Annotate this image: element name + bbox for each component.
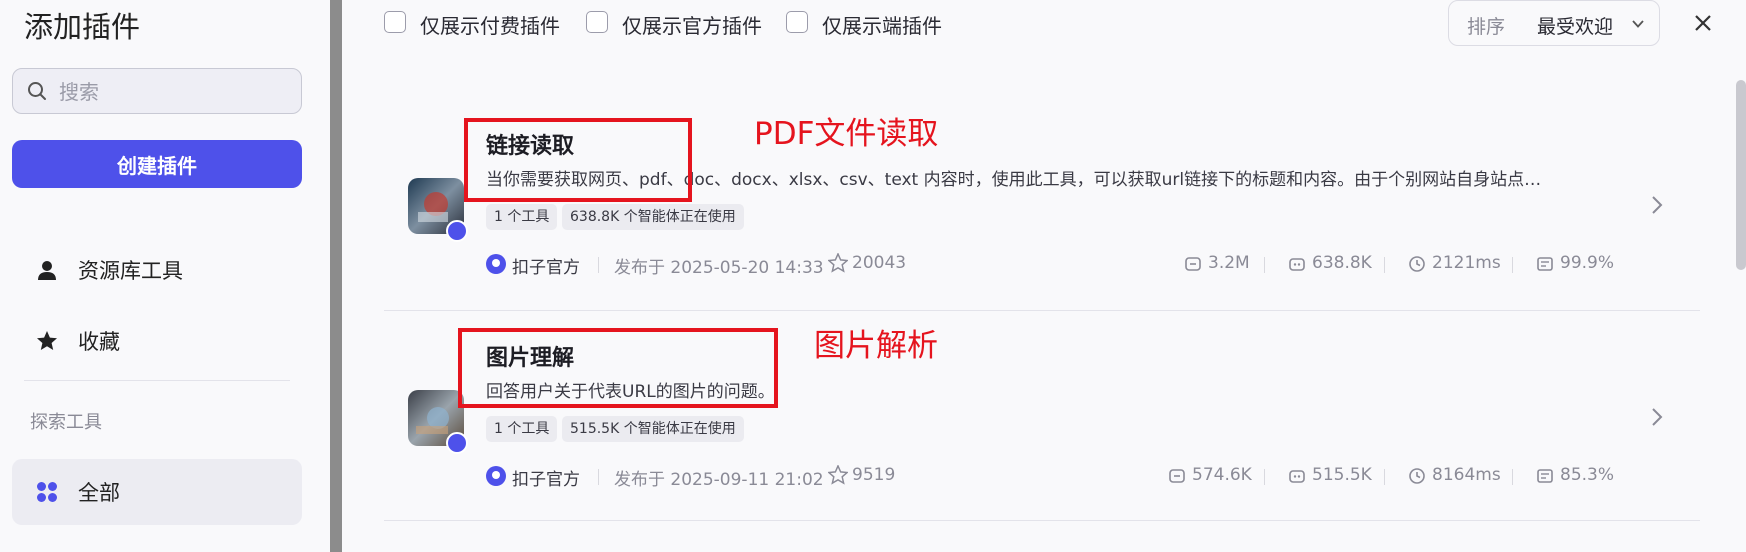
sidebar-item-library-tools[interactable]: 资源库工具 xyxy=(12,240,302,300)
meta-separator xyxy=(1264,257,1265,273)
call-count: 574.6K xyxy=(1192,465,1252,485)
star-icon xyxy=(37,331,57,350)
client-label: 仅展示端插件 xyxy=(822,14,942,38)
publish-date: 发布于 2025-09-11 21:02 xyxy=(614,470,824,490)
user-icon xyxy=(38,261,56,280)
star-outline-icon[interactable] xyxy=(828,465,848,485)
meta-separator xyxy=(1384,257,1385,273)
official-checkbox[interactable] xyxy=(586,11,608,33)
publisher-icon xyxy=(486,254,506,274)
sidebar-item-all[interactable]: 全部 xyxy=(12,459,302,525)
chevron-right-icon[interactable] xyxy=(1650,194,1664,216)
sidebar: 添加插件 创建插件 资源库工具 收藏 探索工具 全部 xyxy=(0,0,326,552)
official-badge xyxy=(446,432,468,454)
meta-separator xyxy=(1384,469,1385,485)
plugin-card[interactable]: 图片理解 回答用户关于代表URL的图片的问题。 1 个工具 515.5K 个智能… xyxy=(384,312,1700,520)
bot-icon xyxy=(1289,470,1305,483)
annotation-label: PDF文件读取 xyxy=(754,116,939,152)
bot-icon xyxy=(1289,258,1305,271)
official-label: 仅展示官方插件 xyxy=(622,14,762,38)
publisher-name: 扣子官方 xyxy=(512,470,580,490)
calls-icon xyxy=(1185,257,1201,271)
latency: 2121ms xyxy=(1432,253,1501,273)
meta-separator xyxy=(598,257,599,273)
plugin-card[interactable]: 链接读取 当你需要获取网页、pdf、doc、docx、xlsx、csv、text… xyxy=(384,100,1700,308)
card-divider xyxy=(384,310,1700,311)
client-checkbox[interactable] xyxy=(786,11,808,33)
call-count: 3.2M xyxy=(1208,253,1250,273)
search-box[interactable] xyxy=(12,68,302,114)
annotation-box xyxy=(464,118,692,202)
sort-value: 最受欢迎 xyxy=(1537,16,1614,38)
search-icon xyxy=(28,82,46,100)
tools-tag: 1 个工具 xyxy=(486,204,558,230)
sort-label: 排序 xyxy=(1467,16,1506,38)
favorite-count: 20043 xyxy=(852,253,907,273)
sidebar-item-label: 全部 xyxy=(78,481,120,505)
grid-icon xyxy=(37,482,57,502)
sidebar-title: 添加插件 xyxy=(24,10,141,44)
success-rate: 99.9% xyxy=(1560,253,1615,273)
usage-tag: 515.5K 个智能体正在使用 xyxy=(562,416,744,442)
star-outline-icon[interactable] xyxy=(828,253,848,273)
bot-count: 515.5K xyxy=(1312,465,1372,485)
calls-icon xyxy=(1169,469,1185,483)
clock-icon xyxy=(1409,468,1425,484)
official-badge xyxy=(446,220,468,242)
meta-separator xyxy=(1512,469,1513,485)
publisher-name: 扣子官方 xyxy=(512,258,580,278)
list-scrollbar[interactable] xyxy=(1736,80,1746,270)
sidebar-divider xyxy=(24,380,290,381)
meta-separator xyxy=(598,469,599,485)
chevron-down-icon xyxy=(1632,20,1644,28)
annotation-label: 图片解析 xyxy=(814,328,938,364)
panel-divider xyxy=(330,0,342,552)
bot-count: 638.8K xyxy=(1312,253,1372,273)
sort-dropdown[interactable]: 排序 最受欢迎 xyxy=(1448,0,1660,46)
tools-tag: 1 个工具 xyxy=(486,416,558,442)
meta-separator xyxy=(1512,257,1513,273)
latency: 8164ms xyxy=(1432,465,1501,485)
sidebar-item-label: 收藏 xyxy=(78,330,120,354)
success-rate: 85.3% xyxy=(1560,465,1615,485)
close-icon[interactable] xyxy=(1692,12,1714,34)
sidebar-item-favorites[interactable]: 收藏 xyxy=(12,311,302,371)
card-divider xyxy=(384,520,1700,521)
usage-tag: 638.8K 个智能体正在使用 xyxy=(562,204,744,230)
annotation-box xyxy=(458,328,778,408)
success-rate-icon xyxy=(1537,257,1553,271)
chevron-right-icon[interactable] xyxy=(1650,406,1664,428)
sidebar-item-label: 资源库工具 xyxy=(78,259,183,283)
search-input[interactable] xyxy=(57,77,291,107)
success-rate-icon xyxy=(1537,469,1553,483)
clock-icon xyxy=(1409,256,1425,272)
paid-checkbox[interactable] xyxy=(384,11,406,33)
meta-separator xyxy=(1264,469,1265,485)
explore-section-label: 探索工具 xyxy=(30,412,102,433)
create-plugin-button[interactable]: 创建插件 xyxy=(12,140,302,188)
favorite-count: 9519 xyxy=(852,465,896,485)
publish-date: 发布于 2025-05-20 14:33 xyxy=(614,258,824,278)
publisher-icon xyxy=(486,466,506,486)
paid-label: 仅展示付费插件 xyxy=(420,14,560,38)
